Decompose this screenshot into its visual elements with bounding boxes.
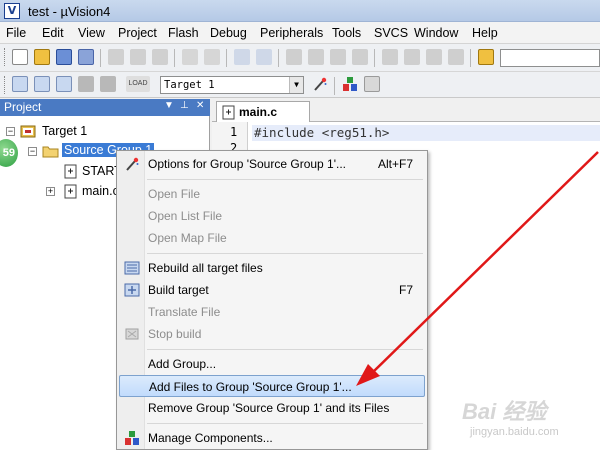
baidu-watermark: Bai 经验 [462,399,547,424]
annotation-arrow [356,151,599,386]
annotation-arrow-shaft [371,151,599,374]
baidu-watermark-url: jingyan.baidu.com [470,426,559,438]
